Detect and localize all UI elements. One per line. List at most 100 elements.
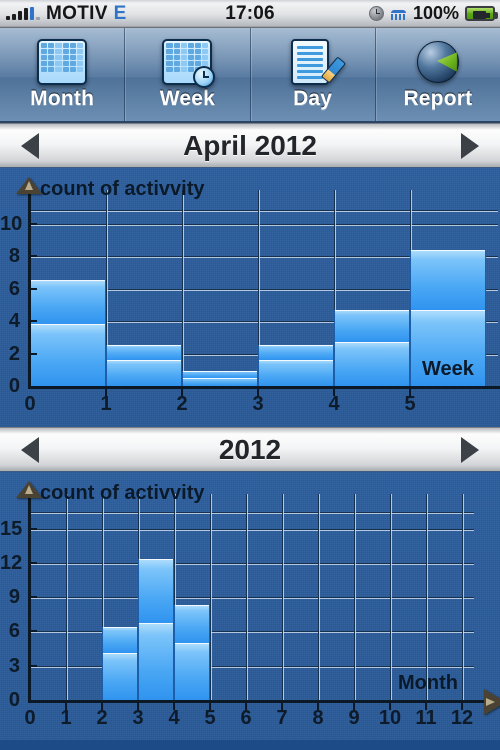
gridline-vertical xyxy=(318,494,319,700)
y-axis-tick-label: 8 xyxy=(8,245,20,267)
x-axis-tick-label: 3 xyxy=(252,393,264,415)
y-axis-tick xyxy=(28,255,37,257)
x-axis-tick-label: 3 xyxy=(132,707,144,729)
toolbar-button-day[interactable]: Day xyxy=(249,28,375,121)
y-axis-tick-label: 6 xyxy=(8,620,20,643)
x-axis-tick-label: 5 xyxy=(204,707,216,729)
app-screen: MOTIV E 17:06 100% Month Week Day Report… xyxy=(0,0,500,750)
y-axis-tick-label: 15 xyxy=(0,517,23,540)
y-axis-tick-label: 3 xyxy=(8,654,20,677)
x-axis-tick-label: 8 xyxy=(312,707,324,729)
year-nav-title: 2012 xyxy=(218,433,282,465)
gridline-horizontal xyxy=(30,562,474,564)
chart-bar-segment xyxy=(30,280,106,325)
y-axis-tick-label: 6 xyxy=(8,277,20,300)
pie-chart-icon xyxy=(413,39,463,85)
chart-bar-segment xyxy=(182,377,258,386)
y-axis-tick-label: 10 xyxy=(0,212,23,235)
alarm-clock-icon xyxy=(368,6,384,21)
x-axis-title: Month xyxy=(398,672,458,694)
calendar-month-icon xyxy=(37,38,88,85)
x-axis-title: Week xyxy=(422,358,474,380)
x-axis-tick-label: 1 xyxy=(100,393,112,415)
chart-bar[interactable] xyxy=(182,371,258,386)
y-axis-tick-label: 0 xyxy=(8,375,20,397)
y-axis-tick xyxy=(28,596,37,599)
x-axis-tick-label: 0 xyxy=(24,707,36,729)
chart-bar[interactable] xyxy=(174,605,210,700)
chart-bar-segment xyxy=(138,623,174,700)
week-navigation-bar: April 2012 xyxy=(0,123,500,168)
y-axis-tick-label: 4 xyxy=(8,310,20,332)
y-axis-tick-label: 2 xyxy=(8,342,20,365)
y-axis-tick-label: 0 xyxy=(8,689,20,711)
gridline-vertical xyxy=(426,494,427,700)
y-axis-tick xyxy=(28,527,37,530)
chart-bar-segment xyxy=(174,642,210,700)
year-activity-chart[interactable]: 0 3 6 9 12 15 0 1 2 3 4 5 6 7 8 9 10 11 12 count of activvi… xyxy=(0,472,500,740)
y-axis-arrow-icon xyxy=(16,177,42,194)
status-bar-clock: 17:06 xyxy=(225,2,275,24)
toolbar-label-day: Day xyxy=(293,86,333,110)
gridline-horizontal xyxy=(30,597,474,599)
chart-bar-segment xyxy=(258,345,334,360)
x-axis-line xyxy=(28,700,498,703)
gridline-vertical xyxy=(210,494,211,700)
x-axis-tick-label: 1 xyxy=(60,707,72,729)
calendar-week-clock-icon xyxy=(162,38,216,88)
y-axis-tick xyxy=(28,352,37,355)
x-axis-tick-label: 9 xyxy=(348,707,360,729)
chart-bar[interactable] xyxy=(334,309,410,386)
y-axis-title: count of activvity xyxy=(40,482,205,504)
chart-bar-segment xyxy=(410,249,486,310)
x-axis-tick-label: 2 xyxy=(176,393,188,415)
y-axis-tick xyxy=(28,630,37,633)
gridline-horizontal xyxy=(30,528,474,530)
y-axis-tick xyxy=(28,664,37,667)
y-axis-tick xyxy=(28,222,37,225)
x-axis-tick-label: 6 xyxy=(240,707,252,729)
y-axis-arrow-icon xyxy=(16,481,42,498)
main-toolbar: Month Week Day Report xyxy=(0,28,500,123)
x-axis-tick-label: 4 xyxy=(168,707,180,729)
gridline-horizontal xyxy=(30,631,474,633)
gridline-horizontal xyxy=(30,512,474,513)
chart-bar-segment xyxy=(334,342,410,386)
y-axis-tick-label: 9 xyxy=(8,586,20,609)
gridline-horizontal xyxy=(30,665,474,667)
x-axis-tick-label: 2 xyxy=(96,707,108,729)
chart-bar-segment xyxy=(334,309,410,343)
gridline-vertical xyxy=(354,494,355,700)
toolbar-button-week[interactable]: Week xyxy=(124,28,250,121)
x-axis-tick-label: 7 xyxy=(276,707,288,729)
gridline-vertical xyxy=(246,494,247,700)
y-axis-tick xyxy=(28,320,37,322)
chart-bar[interactable] xyxy=(106,345,182,386)
chart-bar[interactable] xyxy=(30,280,106,386)
gridline-vertical xyxy=(462,494,463,700)
status-bar: MOTIV E 17:06 100% xyxy=(0,0,500,28)
toolbar-button-month[interactable]: Month xyxy=(0,28,125,121)
chart-bar-segment xyxy=(102,626,138,654)
chart-bar-segment xyxy=(258,360,334,386)
chart-bar-segment xyxy=(138,559,174,624)
week-activity-chart[interactable]: 0 2 4 6 8 10 0 1 2 3 4 5 count of activvity Week xyxy=(0,168,500,427)
chart-bar-segment xyxy=(174,605,210,643)
toolbar-button-report[interactable]: Report xyxy=(374,28,500,121)
chart-bar[interactable] xyxy=(102,626,138,700)
gridline-horizontal xyxy=(30,209,498,211)
y-axis-tick xyxy=(28,561,37,564)
chart-bar-segment xyxy=(106,345,182,360)
week-nav-title: April 2012 xyxy=(183,129,317,161)
x-axis-tick-label: 0 xyxy=(24,393,36,415)
x-axis-tick-label: 5 xyxy=(404,393,416,415)
gridline-vertical xyxy=(282,494,283,700)
gridline-vertical xyxy=(390,494,391,700)
toolbar-label-month: Month xyxy=(30,86,95,110)
x-axis-tick-label: 4 xyxy=(328,393,340,415)
y-axis-tick-label: 12 xyxy=(0,551,23,574)
chart-bar[interactable] xyxy=(258,345,334,386)
gridline-vertical xyxy=(182,190,183,386)
chart-bar[interactable] xyxy=(138,559,174,700)
y-axis-title: count of activvity xyxy=(40,178,205,200)
